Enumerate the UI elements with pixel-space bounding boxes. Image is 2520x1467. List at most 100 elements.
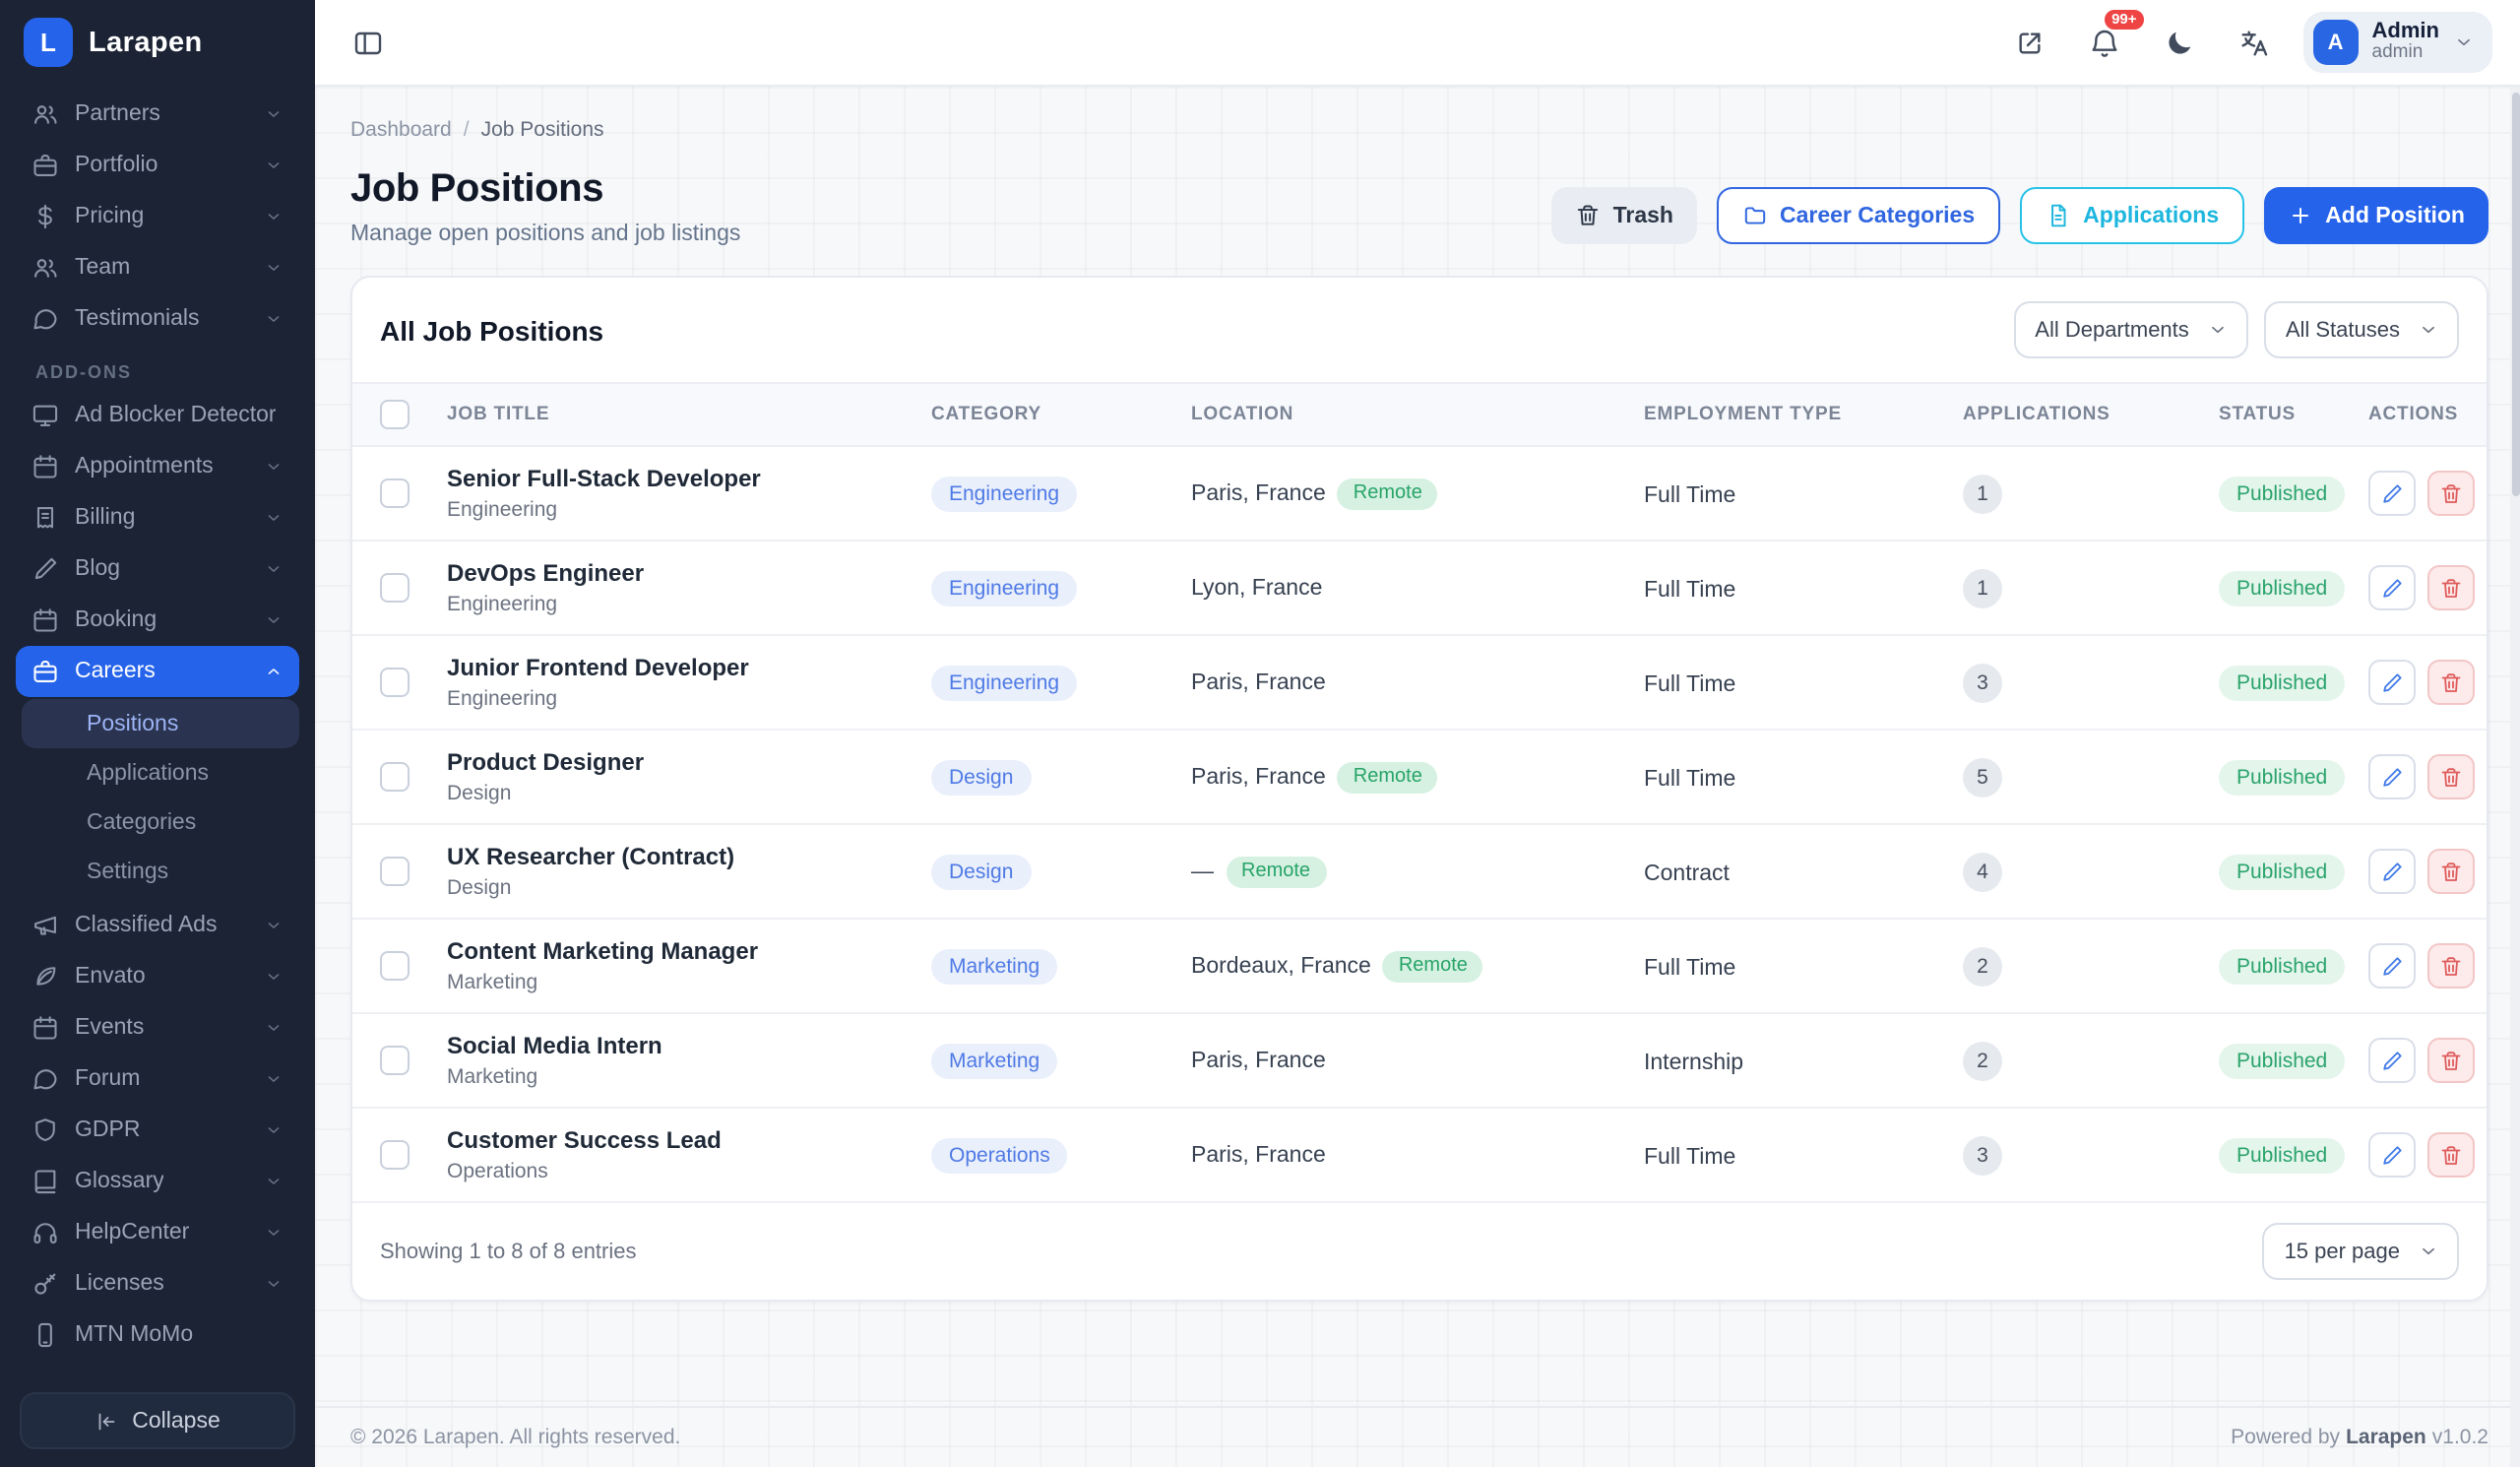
edit-button[interactable] xyxy=(2368,943,2416,989)
chevron-down-icon xyxy=(2453,32,2475,53)
sidebar-subitem-applications[interactable]: Applications xyxy=(22,748,299,797)
delete-button[interactable] xyxy=(2427,754,2475,799)
table-row: DevOps Engineer Engineering Engineering L… xyxy=(352,541,2487,636)
category-badge: Marketing xyxy=(931,1044,1058,1079)
file-icon xyxy=(2046,203,2071,228)
sidebar-item-testimonials[interactable]: Testimonials xyxy=(16,293,299,345)
sidebar-subitem-positions[interactable]: Positions xyxy=(22,699,299,748)
select-all-checkbox[interactable] xyxy=(380,400,410,429)
edit-button[interactable] xyxy=(2368,849,2416,894)
job-department: Design xyxy=(447,782,512,805)
powered-brand[interactable]: Larapen xyxy=(2346,1426,2426,1449)
sidebar-toggle-button[interactable] xyxy=(343,17,394,68)
row-checkbox[interactable] xyxy=(380,762,410,792)
departments-filter[interactable]: All Departments xyxy=(2013,301,2248,358)
scrollbar-thumb[interactable] xyxy=(2511,93,2519,496)
translate-icon xyxy=(2238,27,2270,58)
trash-icon xyxy=(2439,1049,2463,1072)
sidebar-item-label: Testimonials xyxy=(75,307,200,331)
add-position-button[interactable]: Add Position xyxy=(2264,187,2488,244)
edit-button[interactable] xyxy=(2368,1038,2416,1083)
breadcrumb-dashboard[interactable]: Dashboard xyxy=(350,118,452,142)
delete-button[interactable] xyxy=(2427,1038,2475,1083)
trash-button[interactable]: Trash xyxy=(1551,187,1697,244)
edit-button[interactable] xyxy=(2368,565,2416,610)
per-page-select[interactable]: 15 per page xyxy=(2262,1223,2459,1280)
applications-button[interactable]: Applications xyxy=(2020,187,2245,244)
users-icon xyxy=(32,254,59,282)
statuses-filter[interactable]: All Statuses xyxy=(2263,301,2459,358)
sidebar-item-portfolio[interactable]: Portfolio xyxy=(16,140,299,191)
location-text: Bordeaux, France xyxy=(1191,954,1371,978)
delete-button[interactable] xyxy=(2427,565,2475,610)
sidebar-item-team[interactable]: Team xyxy=(16,242,299,293)
collapse-sidebar-button[interactable]: Collapse xyxy=(20,1392,295,1449)
sidebar-item-booking[interactable]: Booking xyxy=(16,595,299,646)
megaphone-icon xyxy=(32,912,59,939)
chevron-down-icon xyxy=(264,309,284,329)
notifications-button[interactable]: 99+ xyxy=(2079,7,2146,68)
user-menu[interactable]: A Admin admin xyxy=(2302,11,2492,74)
sidebar-item-ad-blocker-detector[interactable]: Ad Blocker Detector xyxy=(16,390,299,441)
sidebar-item-blog[interactable]: Blog xyxy=(16,543,299,595)
edit-button[interactable] xyxy=(2368,1132,2416,1178)
status-badge: Published xyxy=(2219,760,2346,796)
sidebar-subitem-settings[interactable]: Settings xyxy=(22,847,299,896)
calendar-icon xyxy=(32,1014,59,1042)
notification-badge: 99+ xyxy=(2103,7,2146,32)
job-department: Engineering xyxy=(447,593,558,616)
sidebar-item-events[interactable]: Events xyxy=(16,1002,299,1053)
sidebar-item-glossary[interactable]: Glossary xyxy=(16,1156,299,1207)
sidebar-item-appointments[interactable]: Appointments xyxy=(16,441,299,492)
plus-icon xyxy=(2288,203,2313,228)
row-checkbox[interactable] xyxy=(380,668,410,697)
row-checkbox[interactable] xyxy=(380,478,410,508)
location-text: Paris, France xyxy=(1191,481,1326,505)
page-scrollbar[interactable] xyxy=(2510,87,2520,1467)
sidebar-item-gdpr[interactable]: GDPR xyxy=(16,1105,299,1156)
edit-button[interactable] xyxy=(2368,471,2416,516)
trash-icon xyxy=(2439,765,2463,789)
sidebar-item-pricing[interactable]: Pricing xyxy=(16,191,299,242)
job-department: Engineering xyxy=(447,498,558,522)
delete-button[interactable] xyxy=(2427,849,2475,894)
row-checkbox[interactable] xyxy=(380,573,410,603)
leaf-icon xyxy=(32,963,59,990)
sidebar-item-billing[interactable]: Billing xyxy=(16,492,299,543)
row-checkbox[interactable] xyxy=(380,951,410,981)
language-button[interactable] xyxy=(2229,17,2280,68)
sidebar-item-classified-ads[interactable]: Classified Ads xyxy=(16,900,299,951)
delete-button[interactable] xyxy=(2427,1132,2475,1178)
status-badge: Published xyxy=(2219,855,2346,890)
sidebar-item-licenses[interactable]: Licenses xyxy=(16,1258,299,1309)
sidebar-item-forum[interactable]: Forum xyxy=(16,1053,299,1105)
chevron-down-icon xyxy=(264,156,284,175)
statuses-filter-value: All Statuses xyxy=(2285,318,2400,342)
sidebar-item-careers[interactable]: Careers xyxy=(16,646,299,697)
sidebar-item-mtn-momo[interactable]: MTN MoMo xyxy=(16,1309,299,1361)
sidebar-subitem-categories[interactable]: Categories xyxy=(22,797,299,847)
sidebar-item-envato[interactable]: Envato xyxy=(16,951,299,1002)
external-link-button[interactable] xyxy=(2004,17,2055,68)
career-categories-button[interactable]: Career Categories xyxy=(1716,187,2001,244)
chat-icon xyxy=(32,305,59,333)
phone-icon xyxy=(32,1321,59,1349)
edit-button[interactable] xyxy=(2368,660,2416,705)
brand[interactable]: L Larapen xyxy=(0,0,315,85)
row-checkbox[interactable] xyxy=(380,857,410,886)
sidebar-item-helpcenter[interactable]: HelpCenter xyxy=(16,1207,299,1258)
job-title: Content Marketing Manager xyxy=(447,937,759,965)
row-checkbox[interactable] xyxy=(380,1046,410,1075)
delete-button[interactable] xyxy=(2427,660,2475,705)
collapse-icon xyxy=(94,1409,118,1433)
chevron-down-icon xyxy=(264,1223,284,1243)
sidebar-item-partners[interactable]: Partners xyxy=(16,89,299,140)
dark-mode-button[interactable] xyxy=(2154,17,2205,68)
delete-button[interactable] xyxy=(2427,943,2475,989)
column-location: LOCATION xyxy=(1175,382,1628,447)
folder-icon xyxy=(1742,203,1768,228)
row-checkbox[interactable] xyxy=(380,1140,410,1170)
sidebar-item-label: Pricing xyxy=(75,205,145,228)
delete-button[interactable] xyxy=(2427,471,2475,516)
edit-button[interactable] xyxy=(2368,754,2416,799)
